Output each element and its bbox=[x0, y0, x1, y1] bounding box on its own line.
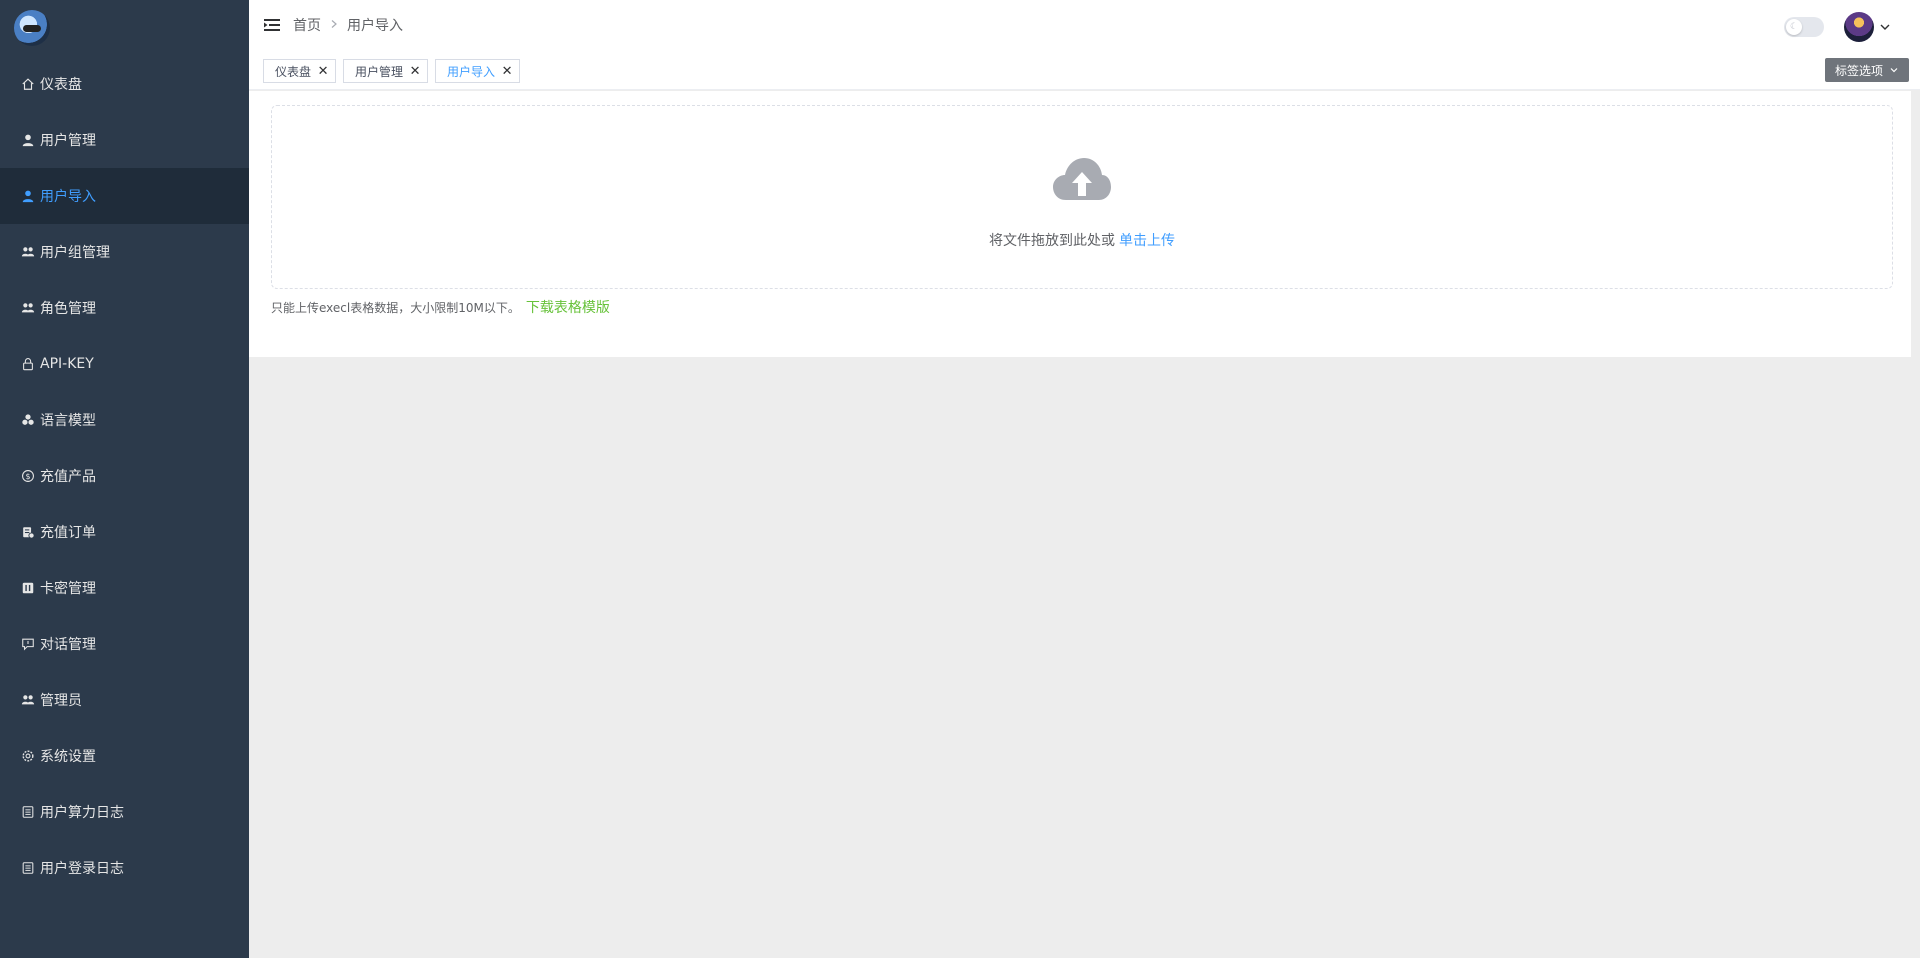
sidebar-item-login-logs[interactable]: 用户登录日志 bbox=[0, 840, 249, 896]
sidebar-item-compute-logs[interactable]: 用户算力日志 bbox=[0, 784, 249, 840]
cubes-icon bbox=[20, 412, 36, 428]
breadcrumb: 首页 用户导入 bbox=[293, 15, 403, 35]
sidebar-item-label: 管理员 bbox=[40, 693, 82, 709]
sidebar-item-label: 角色管理 bbox=[40, 301, 96, 317]
sidebar-toggle-icon[interactable] bbox=[263, 16, 281, 34]
click-upload-link[interactable]: 单击上传 bbox=[1119, 233, 1175, 249]
chat-icon bbox=[20, 636, 36, 652]
sidebar-item-admins[interactable]: 管理员 bbox=[0, 672, 249, 728]
list-icon bbox=[20, 804, 36, 820]
chevron-down-icon[interactable] bbox=[1878, 20, 1892, 34]
tag-dashboard[interactable]: 仪表盘 ✕ bbox=[263, 59, 337, 83]
sidebar-item-label: 仪表盘 bbox=[40, 77, 82, 93]
upload-drop-text: 将文件拖放到此处或 bbox=[989, 233, 1115, 249]
sidebar-item-label: 用户登录日志 bbox=[40, 861, 124, 877]
sidebar-item-label: 对话管理 bbox=[40, 637, 96, 653]
svg-text:$: $ bbox=[25, 472, 30, 481]
download-template-link[interactable]: 下载表格模版 bbox=[526, 297, 610, 317]
chevron-down-icon bbox=[1890, 68, 1898, 73]
main-content: 将文件拖放到此处或 单击上传 只能上传execl表格数据，大小限制10M以下。 下… bbox=[249, 91, 1911, 357]
app-logo[interactable] bbox=[14, 10, 50, 46]
avatar[interactable] bbox=[1844, 12, 1874, 42]
sidebar-item-users[interactable]: 用户管理 bbox=[0, 112, 249, 168]
sidebar-item-recharge-products[interactable]: $ 充值产品 bbox=[0, 448, 249, 504]
gear-icon bbox=[20, 748, 36, 764]
user-icon bbox=[20, 188, 36, 204]
users-icon bbox=[20, 300, 36, 316]
sidebar-item-label: 系统设置 bbox=[40, 749, 96, 765]
coin-icon: $ bbox=[20, 468, 36, 484]
close-icon[interactable]: ✕ bbox=[409, 65, 421, 78]
order-icon bbox=[20, 524, 36, 540]
breadcrumb-current: 用户导入 bbox=[347, 18, 403, 34]
sidebar-item-label: 用户组管理 bbox=[40, 245, 110, 261]
breadcrumb-separator-icon bbox=[329, 17, 339, 33]
sidebar-item-user-groups[interactable]: 用户组管理 bbox=[0, 224, 249, 280]
home-icon bbox=[20, 76, 36, 92]
users-icon bbox=[20, 244, 36, 260]
header-right: ☾ bbox=[1784, 12, 1892, 42]
upload-tip: 只能上传execl表格数据，大小限制10M以下。 下载表格模版 bbox=[271, 297, 610, 317]
card-icon bbox=[20, 580, 36, 596]
upload-text: 将文件拖放到此处或 单击上传 bbox=[272, 230, 1892, 250]
users-icon bbox=[20, 692, 36, 708]
moon-icon: ☾ bbox=[1786, 19, 1802, 35]
tag-label: 用户管理 bbox=[355, 64, 404, 79]
sidebar-menu: 仪表盘 用户管理 用户导入 用户组管理 角色管理 API-KEY 语言模型 $ … bbox=[0, 56, 249, 896]
user-icon bbox=[20, 132, 36, 148]
sidebar-item-recharge-orders[interactable]: 充值订单 bbox=[0, 504, 249, 560]
sidebar-item-dashboard[interactable]: 仪表盘 bbox=[0, 56, 249, 112]
upload-dropzone[interactable]: 将文件拖放到此处或 单击上传 bbox=[271, 105, 1893, 289]
tag-label: 仪表盘 bbox=[275, 64, 312, 79]
sidebar: 仪表盘 用户管理 用户导入 用户组管理 角色管理 API-KEY 语言模型 $ … bbox=[0, 0, 249, 958]
sidebar-item-api-key[interactable]: API-KEY bbox=[0, 336, 249, 392]
close-icon[interactable]: ✕ bbox=[317, 65, 329, 78]
sidebar-item-label: 用户算力日志 bbox=[40, 805, 124, 821]
breadcrumb-home[interactable]: 首页 bbox=[293, 15, 321, 35]
sidebar-item-label: 充值产品 bbox=[40, 469, 96, 485]
tag-label: 用户导入 bbox=[447, 64, 496, 79]
sidebar-item-label: 语言模型 bbox=[40, 413, 96, 429]
close-icon[interactable]: ✕ bbox=[501, 65, 513, 78]
sidebar-item-models[interactable]: 语言模型 bbox=[0, 392, 249, 448]
tag-options-label: 标签选项 bbox=[1834, 63, 1883, 78]
sidebar-item-card-keys[interactable]: 卡密管理 bbox=[0, 560, 249, 616]
logo-area bbox=[0, 0, 249, 56]
theme-switch[interactable]: ☾ bbox=[1784, 17, 1824, 37]
sidebar-item-roles[interactable]: 角色管理 bbox=[0, 280, 249, 336]
tags-bar: 仪表盘 ✕ 用户管理 ✕ 用户导入 ✕ 标签选项 bbox=[249, 50, 1920, 90]
tag-users[interactable]: 用户管理 ✕ bbox=[343, 59, 429, 83]
sidebar-item-label: API-KEY bbox=[40, 356, 94, 372]
tag-options-button[interactable]: 标签选项 bbox=[1824, 58, 1909, 82]
upload-tip-text: 只能上传execl表格数据，大小限制10M以下。 bbox=[271, 300, 520, 315]
sidebar-item-user-import[interactable]: 用户导入 bbox=[0, 168, 249, 224]
sidebar-item-conversations[interactable]: 对话管理 bbox=[0, 616, 249, 672]
sidebar-item-label: 用户管理 bbox=[40, 133, 96, 149]
lock-icon bbox=[20, 356, 36, 372]
sidebar-item-label: 用户导入 bbox=[40, 189, 96, 205]
sidebar-item-label: 充值订单 bbox=[40, 525, 96, 541]
sidebar-item-label: 卡密管理 bbox=[40, 581, 96, 597]
cloud-upload-icon bbox=[1053, 158, 1111, 200]
list-icon bbox=[20, 860, 36, 876]
top-header: 首页 用户导入 ☾ bbox=[249, 0, 1920, 50]
sidebar-item-settings[interactable]: 系统设置 bbox=[0, 728, 249, 784]
tag-user-import[interactable]: 用户导入 ✕ bbox=[435, 59, 521, 83]
